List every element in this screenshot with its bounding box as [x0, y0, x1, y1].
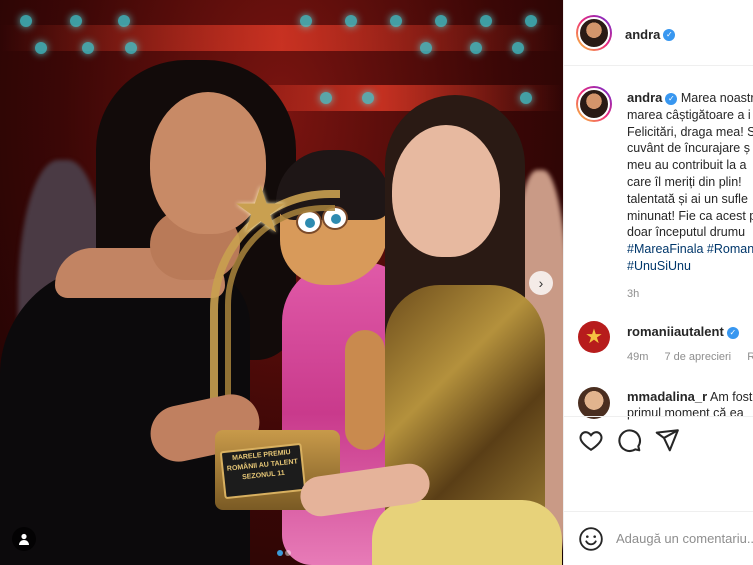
hashtag-link[interactable]: #Roman — [707, 242, 753, 256]
verified-badge-icon: ✓ — [663, 28, 676, 41]
paper-plane-icon[interactable] — [654, 427, 680, 453]
stage-lights — [0, 15, 563, 29]
caption-text-line: care îl meriți din plin! — [627, 174, 742, 189]
author-name-row: andra ✓ — [625, 26, 676, 44]
comment-author[interactable]: mmadalina_r — [627, 389, 707, 404]
heart-icon[interactable] — [578, 427, 604, 453]
girl-face — [392, 125, 500, 257]
action-bar — [564, 416, 753, 466]
chevron-right-icon[interactable]: › — [529, 271, 553, 295]
post-header: andra ✓ — [564, 0, 753, 66]
caption-time: 3h — [627, 288, 640, 300]
caption-text-line: talentată și ai un sufle — [627, 191, 748, 206]
author-username[interactable]: andra — [625, 27, 660, 42]
post-caption: andra ✓ Marea noastr marea câștigătoare a… — [627, 90, 753, 275]
commenter-avatar[interactable] — [578, 387, 610, 419]
caption-text-line: doar începutul drumu — [627, 225, 746, 240]
comment-input[interactable]: Adaugă un comentariu... — [616, 531, 753, 546]
person-tag-icon[interactable] — [12, 527, 36, 551]
verified-badge-icon: ✓ — [726, 326, 739, 339]
commenter-avatar[interactable]: ★ — [578, 321, 610, 353]
comment-text: Am fost — [710, 390, 753, 404]
author-avatar[interactable] — [576, 15, 612, 51]
caption-text-line: Felicitări, draga mea! S — [627, 124, 753, 139]
caption-author-avatar[interactable] — [576, 86, 612, 122]
trophy-plate: MARELE PREMIU ROMÂNII AU TALENT SEZONUL … — [219, 442, 307, 500]
carousel-dot — [285, 550, 291, 556]
carousel-dot-active — [277, 550, 283, 556]
hashtag-link[interactable]: #UnuSiUnu — [627, 259, 691, 273]
caption-text-line: Marea noastr — [680, 91, 753, 105]
comment-reply[interactable]: Ră — [747, 351, 753, 363]
stage-lights — [0, 42, 563, 56]
caption-text-line: cuvânt de încurajare ș — [627, 141, 750, 156]
caption-text-line: meu au contribuit la a — [627, 158, 747, 173]
post-photo[interactable]: ★ MARELE PREMIU ROMÂNII AU TALENT SEZONU… — [0, 0, 563, 565]
hashtag-link[interactable]: #MareaFinala — [627, 242, 703, 256]
puppet-arm — [345, 330, 385, 450]
comment-meta: 49m 7 de aprecieri Ră — [627, 351, 753, 363]
comment-bubble-icon[interactable] — [616, 427, 642, 453]
comment-author[interactable]: romaniiautalent — [627, 324, 724, 339]
caption-author[interactable]: andra — [627, 90, 662, 105]
carousel-dots — [276, 543, 292, 561]
comment-likes[interactable]: 7 de aprecieri — [664, 351, 731, 363]
girl-skirt — [372, 500, 562, 565]
caption-text-line: minunat! Fie ca acest p — [627, 208, 753, 223]
add-comment-bar: Adaugă un comentariu... — [564, 511, 753, 565]
comment-time: 49m — [627, 351, 649, 363]
smiley-icon[interactable] — [578, 526, 604, 552]
post-side-panel: andra ✓ andra ✓ Marea noastr marea câștigă… — [563, 0, 753, 565]
comment: romaniiautalent ✓ — [627, 324, 753, 340]
caption-text-line: marea câștigătoare a i — [627, 107, 751, 122]
trophy-star: ★ — [232, 174, 290, 246]
verified-badge-icon: ✓ — [665, 92, 678, 105]
